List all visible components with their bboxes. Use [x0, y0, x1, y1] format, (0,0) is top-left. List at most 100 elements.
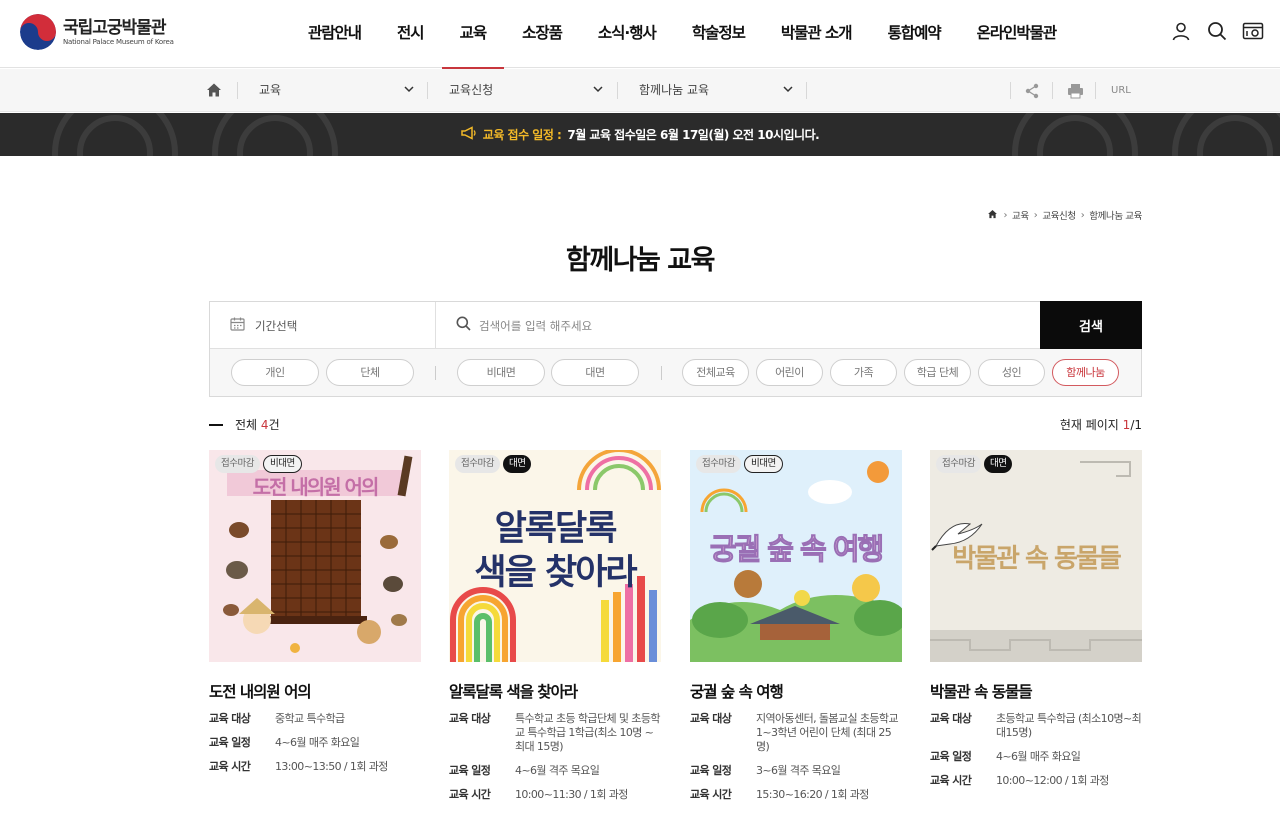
breadcrumb-item[interactable]: 함께나눔 교육 [1089, 208, 1142, 222]
home-icon[interactable] [206, 82, 224, 100]
filter-chip-adult[interactable]: 성인 [978, 359, 1045, 386]
search-input[interactable] [479, 318, 979, 333]
location-bar: 교육 교육신청 함께나눔 교육 URL [0, 69, 1280, 112]
nav-academic[interactable]: 학술정보 [674, 0, 763, 68]
program-thumbnail[interactable]: 접수마감 대면 알록달록 색을 찾아라 [449, 450, 661, 662]
location-dropdown-1[interactable]: 교육 [259, 69, 414, 112]
filter-chip-group[interactable]: 단체 [326, 359, 414, 386]
program-title[interactable]: 박물관 속 동물들 [930, 680, 1142, 702]
divider [661, 366, 662, 380]
filter-chip-online[interactable]: 비대면 [457, 359, 545, 386]
nav-news-events[interactable]: 소식·행사 [580, 0, 674, 68]
site-header: 국립고궁박물관 National Palace Museum of Korea … [0, 0, 1280, 69]
logo-korean-name: 국립고궁박물관 [63, 17, 166, 38]
divider [1052, 82, 1053, 99]
taegeuk-logo-icon [20, 14, 56, 50]
thumbnail-title: 궁궐 숲 속 여행 [709, 532, 884, 567]
notice-bar: 교육 접수 일정 : 7월 교육 접수일은 6월 17일(월) 오전 10시입니… [0, 113, 1280, 156]
nav-visit-info[interactable]: 관람안내 [290, 0, 379, 68]
info-label: 교육 시간 [449, 788, 491, 801]
notice-label: 교육 접수 일정 : [482, 128, 562, 142]
mode-badge: 대면 [502, 455, 532, 473]
result-count: 전체 4건 [209, 416, 280, 433]
filter-chips: 개인 단체 비대면 대면 전체교육 어린이 가족 학급 단체 성인 함께나눔 [210, 349, 1141, 396]
notice-text[interactable]: 7월 교육 접수일은 6월 17일(월) 오전 10시입니다. [567, 126, 819, 143]
program-card[interactable]: 접수마감 비대면 궁궐 숲 속 여행 궁궐 숲 속 여행 교육 대상 지역아동센터… [690, 450, 902, 812]
thumbnail-title: 도전 내의원 어의 [252, 475, 380, 499]
url-copy-button[interactable]: URL [1111, 69, 1131, 112]
program-title[interactable]: 도전 내의원 어의 [209, 680, 421, 702]
chevron-right-icon: › [1080, 209, 1085, 221]
info-label: 교육 시간 [209, 760, 251, 773]
nav-exhibition[interactable]: 전시 [379, 0, 442, 68]
program-card[interactable]: 접수마감 비대면 도전 내의원 어의 도전 내의원 어의 교육 대상 중학교 특… [209, 450, 421, 784]
museum-logo[interactable]: 국립고궁박물관 National Palace Museum of Korea [20, 14, 174, 50]
program-title[interactable]: 알록달록 색을 찾아라 [449, 680, 661, 702]
filter-chip-all-education[interactable]: 전체교육 [682, 359, 749, 386]
nav-education[interactable]: 교육 [441, 0, 505, 69]
search-icon[interactable] [1206, 20, 1228, 42]
program-target: 특수학교 초등 학급단체 및 초등학교 특수학급 1학급(최소 10명 ~ 최대… [515, 712, 660, 753]
filter-chip-class-group[interactable]: 학급 단체 [904, 359, 971, 386]
divider [806, 82, 807, 99]
status-badge: 접수마감 [936, 455, 981, 473]
program-title[interactable]: 궁궐 숲 속 여행 [690, 680, 902, 702]
info-label: 교육 대상 [930, 712, 972, 725]
info-label: 교육 시간 [690, 788, 732, 801]
megaphone-icon [461, 126, 477, 143]
divider [435, 366, 436, 380]
divider [427, 82, 428, 99]
online-museum-icon[interactable] [1242, 20, 1264, 42]
search-button[interactable]: 검색 [1040, 301, 1142, 349]
program-thumbnail[interactable]: 접수마감 비대면 궁궐 숲 속 여행 [690, 450, 902, 662]
filter-chip-offline[interactable]: 대면 [551, 359, 639, 386]
filter-chip-individual[interactable]: 개인 [231, 359, 319, 386]
program-schedule: 4~6월 격주 목요일 [515, 764, 600, 777]
program-target: 초등학교 특수학급 (최소10명~최대15명) [996, 712, 1142, 739]
url-copy-label: URL [1111, 85, 1131, 96]
divider [209, 423, 223, 426]
nav-collection[interactable]: 소장품 [504, 0, 580, 68]
user-icon[interactable] [1170, 20, 1192, 42]
nav-about[interactable]: 박물관 소개 [763, 0, 870, 68]
program-card[interactable]: 접수마감 대면 박물관 속 동물들 박물관 속 동물들 교육 대상 초등학교 특수… [930, 450, 1142, 798]
program-thumbnail[interactable]: 접수마감 비대면 도전 내의원 어의 [209, 450, 421, 662]
info-label: 교육 일정 [690, 764, 732, 777]
main-navigation: 관람안내 전시 교육 소장품 소식·행사 학술정보 박물관 소개 통합예약 온라… [290, 0, 1075, 69]
program-card[interactable]: 접수마감 대면 알록달록 색을 찾아라 알록달록 색을 찾아라 교육 대상 특수… [449, 450, 661, 812]
info-label: 교육 일정 [209, 736, 251, 749]
location-dropdown-2[interactable]: 교육신청 [449, 69, 603, 112]
nav-online-museum[interactable]: 온라인박물관 [959, 0, 1075, 68]
nav-reservation[interactable]: 통합예약 [870, 0, 959, 68]
page-indicator-label: 현재 페이지 [1059, 418, 1119, 432]
status-badge: 접수마감 [455, 455, 500, 473]
program-target: 지역아동센터, 돌봄교실 초등학교 1~3학년 어린이 단체 (최대 25명) [756, 712, 899, 753]
filter-chip-sharing[interactable]: 함께나눔 [1052, 359, 1119, 386]
status-badge: 접수마감 [696, 455, 741, 473]
breadcrumb-item[interactable]: 교육신청 [1042, 208, 1076, 222]
filter-chip-family[interactable]: 가족 [830, 359, 897, 386]
location-dropdown-3[interactable]: 함께나눔 교육 [639, 69, 793, 112]
print-icon[interactable] [1067, 69, 1084, 112]
total-pages: /1 [1130, 418, 1142, 432]
share-icon[interactable] [1024, 69, 1040, 112]
logo-english-name: National Palace Museum of Korea [63, 37, 174, 46]
divider [1010, 82, 1011, 99]
search-icon [456, 316, 471, 335]
chevron-right-icon: › [1003, 209, 1008, 221]
info-label: 교육 일정 [449, 764, 491, 777]
chevron-right-icon: › [1033, 209, 1038, 221]
breadcrumb-home-icon[interactable] [987, 209, 998, 222]
program-schedule: 4~6월 매주 화요일 [275, 736, 360, 749]
breadcrumb-item[interactable]: 교육 [1012, 208, 1029, 222]
location-dropdown-1-label: 교육 [259, 83, 282, 97]
thumbnail-title: 박물관 속 동물들 [952, 544, 1122, 574]
page-title: 함께나눔 교육 [566, 245, 715, 276]
calendar-icon [230, 317, 245, 334]
page-indicator: 현재 페이지 1/1 [1060, 416, 1142, 433]
program-thumbnail[interactable]: 접수마감 대면 박물관 속 동물들 [930, 450, 1142, 662]
program-time: 15:30~16:20 / 1회 과정 [756, 788, 869, 801]
date-range-selector[interactable]: 기간선택 [210, 302, 436, 349]
filter-chip-children[interactable]: 어린이 [756, 359, 823, 386]
mode-badge: 비대면 [262, 455, 302, 473]
